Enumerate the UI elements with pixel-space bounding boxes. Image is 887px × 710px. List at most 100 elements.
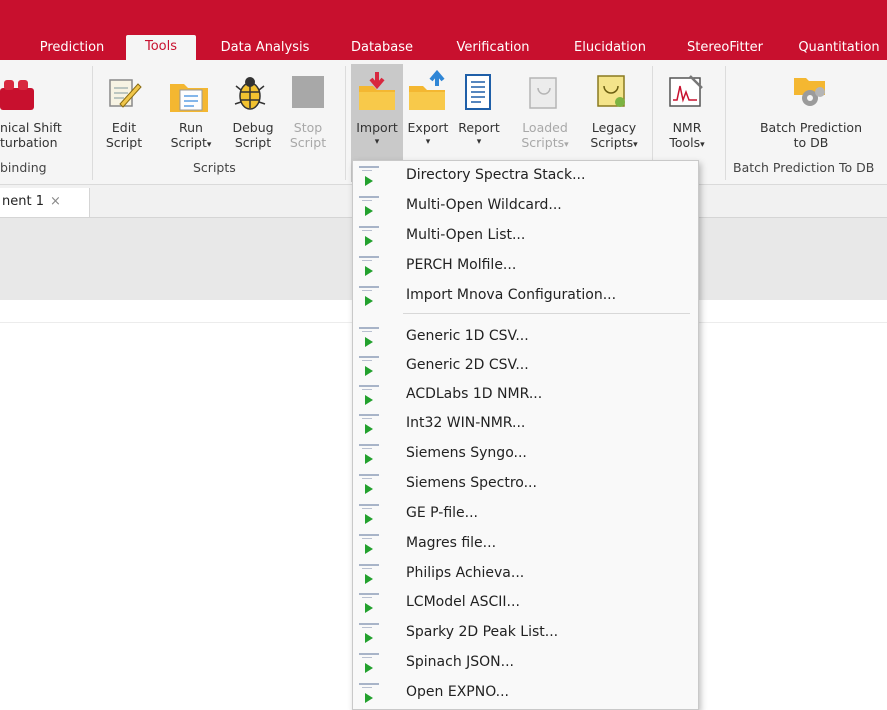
menu-item-int32-win-nmr[interactable]: Int32 WIN-NMR... bbox=[353, 410, 698, 440]
loaded-scripts-label-text: Scripts bbox=[521, 135, 565, 150]
menu-item-lcmodel-ascii[interactable]: LCModel ASCII... bbox=[353, 589, 698, 619]
menu-item-spinach-json[interactable]: Spinach JSON... bbox=[353, 649, 698, 679]
icon-caption-line bbox=[359, 444, 379, 446]
icon-caption-line bbox=[362, 568, 372, 569]
play-icon bbox=[365, 296, 373, 306]
document-tab[interactable]: nent 1 × bbox=[0, 188, 90, 217]
run-script-button[interactable]: Run Script▾ bbox=[162, 120, 220, 153]
icon-caption-line bbox=[359, 683, 379, 685]
run-script-icon bbox=[170, 84, 208, 112]
dropdown-arrow-icon: ▾ bbox=[564, 140, 569, 150]
menu-item-ge-p-file[interactable]: GE P-file... bbox=[353, 500, 698, 530]
play-icon bbox=[365, 266, 373, 276]
icon-caption-line bbox=[359, 166, 379, 168]
icon-caption-line bbox=[362, 597, 372, 598]
menu-item-acdlabs-1d-nmr[interactable]: ACDLabs 1D NMR... bbox=[353, 381, 698, 411]
dropdown-arrow-icon: ▾ bbox=[425, 137, 431, 147]
icon-caption-line bbox=[362, 627, 372, 628]
script-play-icon bbox=[359, 226, 379, 248]
menu-item-import-mnova-configuration[interactable]: Import Mnova Configuration... bbox=[353, 282, 698, 312]
legacy-scripts-label-1: Legacy bbox=[591, 120, 637, 135]
tab-database[interactable]: Database bbox=[346, 38, 418, 60]
icon-caption-line bbox=[359, 327, 379, 329]
edit-script-button[interactable]: Edit Script bbox=[98, 120, 150, 150]
report-label: Report bbox=[458, 120, 500, 135]
script-play-icon bbox=[359, 623, 379, 645]
chemical-shift-button[interactable]: nical Shift turbation bbox=[0, 120, 76, 150]
nmr-tools-button[interactable]: NMR Tools▾ bbox=[660, 120, 714, 153]
run-script-label-1: Run bbox=[179, 120, 203, 135]
tab-quantitation[interactable]: Quantitation bbox=[791, 38, 887, 60]
icon-caption-line bbox=[359, 414, 379, 416]
tab-tools[interactable]: Tools bbox=[126, 35, 196, 60]
legacy-scripts-button[interactable]: Legacy Scripts▾ bbox=[584, 120, 644, 153]
menu-item-generic-1d-csv[interactable]: Generic 1D CSV... bbox=[353, 323, 698, 353]
icon-caption-line bbox=[359, 226, 379, 228]
menu-item-perch-molfile[interactable]: PERCH Molfile... bbox=[353, 252, 698, 282]
loaded-scripts-icon bbox=[529, 77, 557, 109]
menu-item-label: Siemens Syngo... bbox=[406, 445, 527, 461]
export-button[interactable]: Export ▾ bbox=[403, 120, 453, 150]
icon-caption-line bbox=[362, 260, 372, 261]
loaded-scripts-button[interactable]: Loaded Scripts▾ bbox=[516, 120, 574, 153]
export-folder-icon bbox=[409, 70, 445, 110]
debug-script-button[interactable]: Debug Script bbox=[226, 120, 280, 150]
menu-item-philips-achieva[interactable]: Philips Achieva... bbox=[353, 560, 698, 590]
play-icon bbox=[365, 693, 373, 703]
script-play-icon bbox=[359, 327, 379, 349]
icon-caption-line bbox=[359, 385, 379, 387]
menu-item-multi-open-wildcard[interactable]: Multi-Open Wildcard... bbox=[353, 192, 698, 222]
menu-item-label: Import Mnova Configuration... bbox=[406, 287, 617, 303]
icon-caption-line bbox=[362, 448, 372, 449]
menu-item-generic-2d-csv[interactable]: Generic 2D CSV... bbox=[353, 352, 698, 382]
stop-script-label-1: Stop bbox=[293, 120, 323, 135]
menu-item-siemens-syngo[interactable]: Siemens Syngo... bbox=[353, 440, 698, 470]
legacy-scripts-label-text: Scripts bbox=[590, 135, 634, 150]
menu-item-label: Generic 2D CSV... bbox=[406, 357, 529, 373]
dropdown-arrow-icon: ▾ bbox=[374, 137, 380, 147]
play-icon bbox=[365, 514, 373, 524]
loaded-scripts-label-2: Scripts▾ bbox=[516, 135, 574, 153]
menu-item-label: PERCH Molfile... bbox=[406, 257, 517, 273]
menu-item-sparky-2d-peak-list[interactable]: Sparky 2D Peak List... bbox=[353, 619, 698, 649]
icon-caption-line bbox=[359, 256, 379, 258]
debug-script-label-2: Script bbox=[234, 135, 272, 150]
tab-elucidation[interactable]: Elucidation bbox=[567, 38, 653, 60]
menu-item-magres-file[interactable]: Magres file... bbox=[353, 530, 698, 560]
tab-verification[interactable]: Verification bbox=[450, 38, 536, 60]
script-play-icon bbox=[359, 593, 379, 615]
menu-item-label: LCModel ASCII... bbox=[406, 594, 520, 610]
run-script-label-text: Script bbox=[170, 135, 207, 150]
edit-script-label-1: Edit bbox=[111, 120, 137, 135]
menu-item-label: GE P-file... bbox=[406, 505, 479, 521]
tab-stereofitter[interactable]: StereoFitter bbox=[681, 38, 769, 60]
icon-caption-line bbox=[362, 418, 372, 419]
menu-item-siemens-spectro[interactable]: Siemens Spectro... bbox=[353, 470, 698, 500]
close-icon[interactable]: × bbox=[50, 194, 61, 209]
menu-item-label: Siemens Spectro... bbox=[406, 475, 537, 491]
script-play-icon bbox=[359, 166, 379, 188]
edit-script-label-2: Script bbox=[105, 135, 143, 150]
import-button[interactable]: Import ▾ bbox=[351, 120, 403, 150]
icon-caption-line bbox=[359, 593, 379, 595]
menu-item-directory-spectra-stack[interactable]: Directory Spectra Stack... bbox=[353, 162, 698, 192]
group-separator bbox=[92, 66, 93, 180]
play-icon bbox=[365, 236, 373, 246]
menu-item-multi-open-list[interactable]: Multi-Open List... bbox=[353, 222, 698, 252]
menu-item-label: Int32 WIN-NMR... bbox=[406, 415, 526, 431]
tab-data-analysis[interactable]: Data Analysis bbox=[213, 38, 317, 60]
play-icon bbox=[365, 663, 373, 673]
play-icon bbox=[365, 337, 373, 347]
stop-script-button[interactable]: Stop Script bbox=[284, 120, 332, 150]
icon-caption-line bbox=[362, 687, 372, 688]
menu-item-label: Directory Spectra Stack... bbox=[406, 167, 586, 183]
report-button[interactable]: Report ▾ bbox=[453, 120, 505, 150]
batch-prediction-button[interactable]: Batch Prediction to DB bbox=[736, 120, 886, 150]
tab-prediction[interactable]: Prediction bbox=[36, 38, 108, 60]
legacy-scripts-label-2: Scripts▾ bbox=[584, 135, 644, 153]
icon-caption-line bbox=[359, 564, 379, 566]
nmr-tools-icon bbox=[669, 75, 703, 107]
chemical-shift-label-1: nical Shift bbox=[0, 120, 62, 135]
icon-caption-line bbox=[359, 286, 379, 288]
loaded-scripts-label-1: Loaded bbox=[522, 120, 568, 135]
